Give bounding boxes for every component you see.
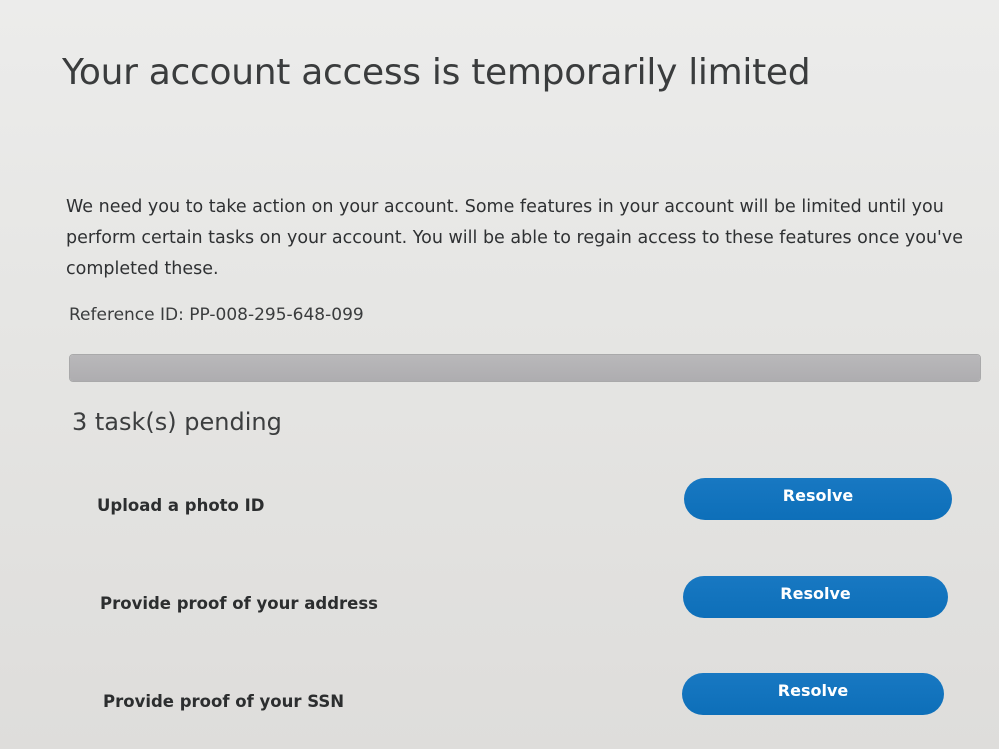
pending-tasks-heading: 3 task(s) pending [72, 408, 282, 436]
task-label: Provide proof of your address [100, 594, 378, 613]
task-label: Provide proof of your SSN [103, 692, 345, 711]
page-title: Your account access is temporarily limit… [62, 52, 811, 93]
task-row-photo-id: Upload a photo ID Resolve [0, 478, 999, 524]
task-row-proof-of-ssn: Provide proof of your SSN Resolve [0, 673, 999, 719]
resolve-proof-of-ssn-button[interactable]: Resolve [682, 673, 944, 715]
account-limitation-description: We need you to take action on your accou… [66, 197, 963, 279]
limited-access-page: Your account access is temporarily limit… [0, 0, 999, 749]
task-progress-bar [69, 354, 981, 382]
resolve-photo-id-button[interactable]: Resolve [684, 478, 952, 520]
reference-id: Reference ID: PP-008-295-648-099 [69, 305, 364, 325]
task-row-proof-of-address: Provide proof of your address Resolve [0, 576, 999, 622]
task-progress-fill [70, 355, 980, 381]
resolve-proof-of-address-button[interactable]: Resolve [683, 576, 948, 618]
task-label: Upload a photo ID [97, 496, 265, 515]
